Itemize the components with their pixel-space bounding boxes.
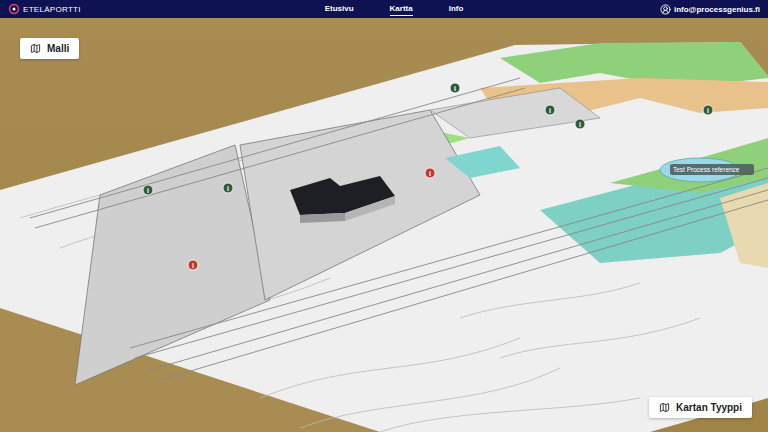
contour-line bbox=[260, 338, 520, 398]
svg-text:i: i bbox=[429, 170, 431, 177]
teal-area bbox=[445, 146, 520, 178]
svg-text:i: i bbox=[579, 121, 581, 128]
map-type-button[interactable]: Kartan Tyyppi bbox=[649, 397, 752, 418]
map-icon bbox=[30, 43, 41, 54]
svg-text:i: i bbox=[454, 85, 456, 92]
nav-bar: ETELÄPORTTI Etusivu Kartta Info info@process… bbox=[0, 0, 768, 18]
building[interactable] bbox=[290, 176, 395, 223]
map-plane bbox=[0, 42, 768, 432]
svg-text:i: i bbox=[147, 187, 149, 194]
map-icon bbox=[659, 402, 670, 413]
svg-text:Test Process reference: Test Process reference bbox=[673, 166, 740, 173]
map-marker[interactable]: i bbox=[545, 105, 555, 115]
forest-area bbox=[720, 183, 768, 268]
map-3d[interactable]: i i i i i i i i Test Process reference bbox=[0, 18, 768, 432]
map-ground bbox=[0, 42, 768, 432]
map-marker[interactable]: i bbox=[450, 83, 460, 93]
map-marker[interactable]: i bbox=[223, 183, 233, 193]
contour-line bbox=[500, 318, 700, 358]
svg-text:i: i bbox=[549, 107, 551, 114]
map-marker[interactable]: i bbox=[188, 260, 198, 270]
logo-icon bbox=[8, 3, 20, 15]
svg-text:i: i bbox=[192, 262, 194, 269]
page: ETELÄPORTTI Etusivu Kartta Info info@process… bbox=[0, 0, 768, 432]
map-marker[interactable]: i bbox=[425, 168, 435, 178]
contour-line bbox=[460, 283, 640, 318]
svg-text:i: i bbox=[227, 185, 229, 192]
nav-link[interactable]: Info bbox=[449, 2, 464, 16]
map-marker[interactable]: i bbox=[703, 105, 713, 115]
model-button[interactable]: Malli bbox=[20, 38, 79, 59]
map-label[interactable]: Test Process reference bbox=[670, 164, 754, 175]
map-marker[interactable]: i bbox=[575, 119, 585, 129]
user-account[interactable]: info@processgenius.fi bbox=[660, 4, 760, 15]
railway bbox=[30, 78, 768, 380]
nav-links: Etusivu Kartta Info bbox=[305, 2, 464, 16]
nav-link[interactable]: Etusivu bbox=[325, 2, 354, 16]
map-marker[interactable]: i bbox=[143, 185, 153, 195]
grey-plot bbox=[430, 88, 600, 138]
contour-line bbox=[300, 368, 560, 428]
grey-plot bbox=[240, 110, 480, 300]
svg-text:i: i bbox=[707, 107, 709, 114]
logo[interactable]: ETELÄPORTTI bbox=[8, 3, 305, 15]
grey-plot bbox=[75, 145, 270, 385]
user-icon bbox=[660, 4, 671, 15]
nav-link[interactable]: Kartta bbox=[390, 2, 413, 16]
contour-line bbox=[380, 398, 640, 432]
map-stage[interactable]: i i i i i i i i Test Process reference Malli Karta… bbox=[0, 18, 768, 432]
